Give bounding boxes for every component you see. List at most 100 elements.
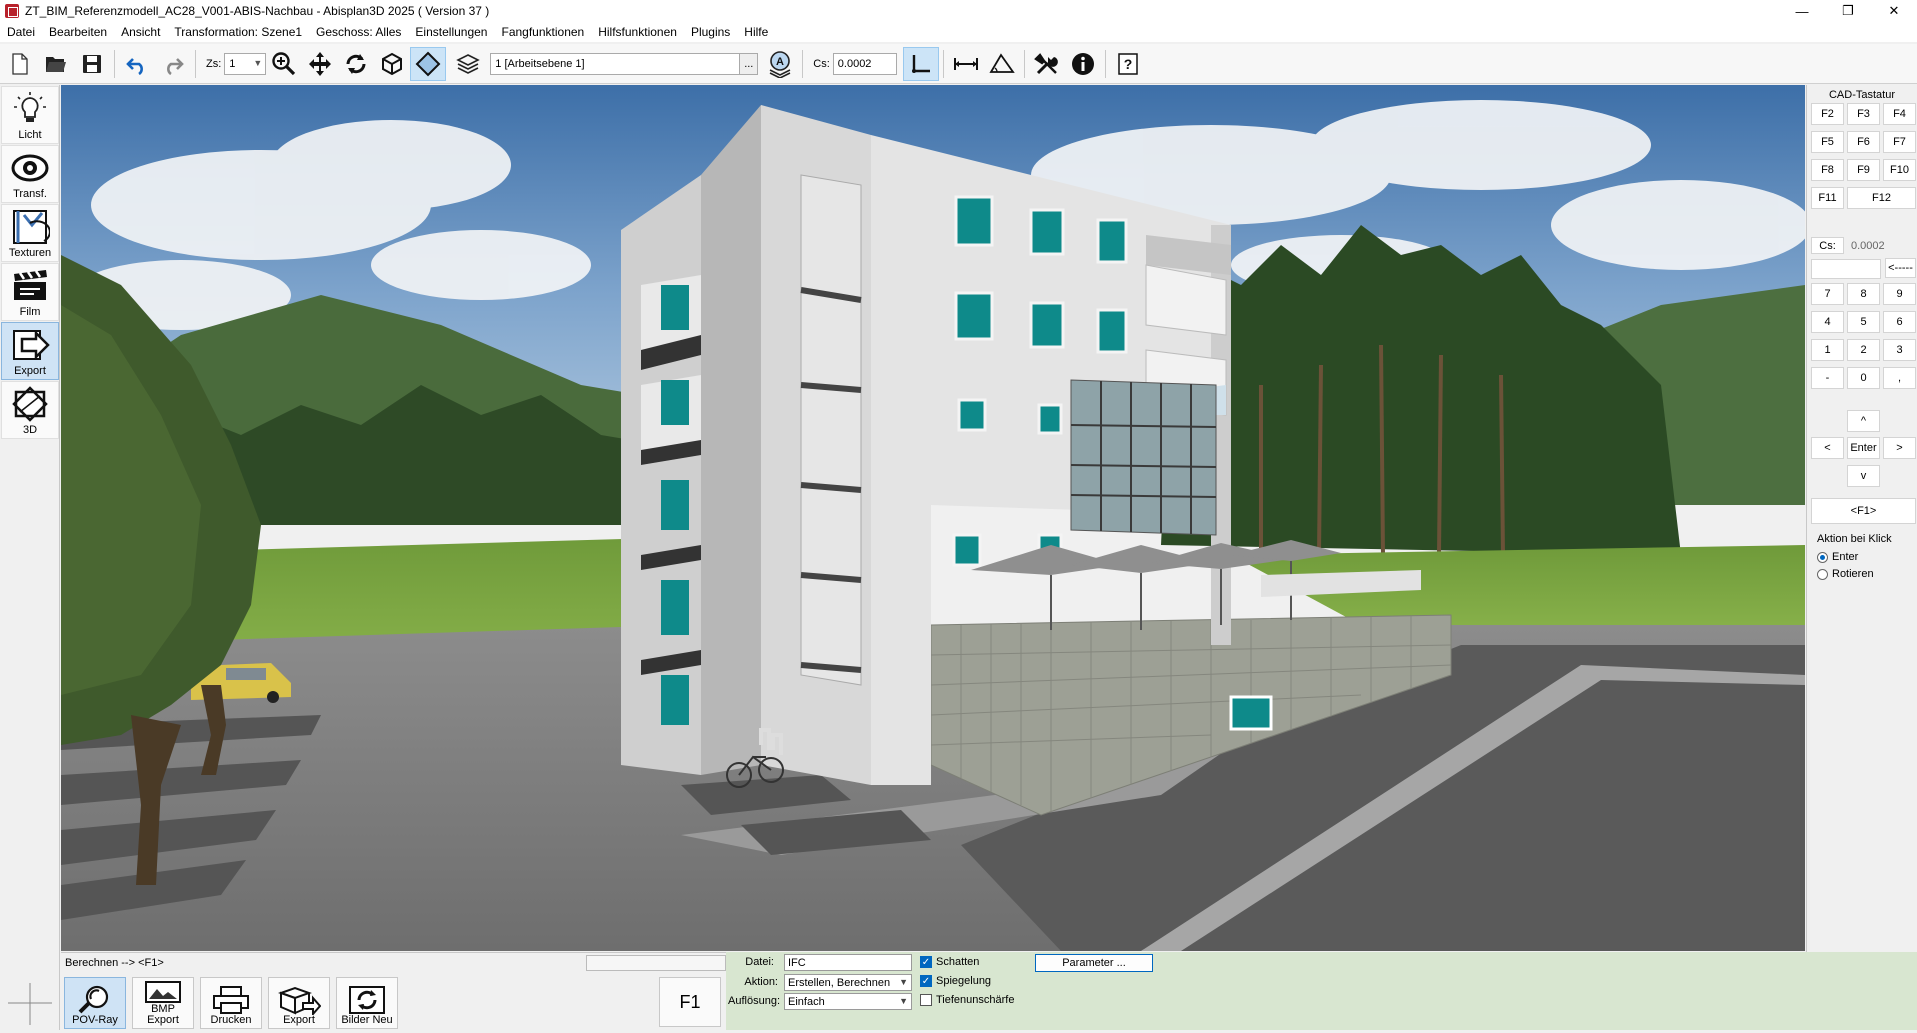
tool-licht-label: Licht bbox=[18, 129, 42, 141]
tool-film[interactable]: Film bbox=[1, 263, 59, 321]
minimize-button[interactable]: — bbox=[1779, 0, 1825, 22]
wireframe-cube-button[interactable] bbox=[374, 47, 410, 81]
print-button[interactable]: Drucken bbox=[200, 977, 262, 1029]
enter-key[interactable]: Enter bbox=[1847, 437, 1880, 459]
save-button[interactable] bbox=[74, 47, 110, 81]
bmp-export-button[interactable]: BMP Export bbox=[132, 977, 194, 1029]
zs-select[interactable]: 1 ▼ bbox=[224, 52, 267, 75]
numpad-key[interactable]: 9 bbox=[1883, 283, 1916, 305]
tool-export[interactable]: Export bbox=[1, 322, 59, 380]
radio-button-icon bbox=[1817, 568, 1828, 580]
cs-input[interactable]: 0.0002 bbox=[832, 52, 897, 75]
layer-auto-button[interactable]: A bbox=[762, 47, 798, 81]
aktion-select[interactable]: Erstellen, Berechnen ▼ bbox=[784, 974, 912, 991]
fkey-f10[interactable]: F10 bbox=[1883, 159, 1916, 181]
open-file-button[interactable] bbox=[38, 47, 74, 81]
action-radio-label: Enter bbox=[1832, 551, 1859, 563]
render-viewport[interactable] bbox=[61, 85, 1805, 951]
menu-einstellungen[interactable]: Einstellungen bbox=[408, 25, 494, 39]
new-file-button[interactable] bbox=[2, 47, 38, 81]
arrow-right-key[interactable]: > bbox=[1883, 437, 1916, 459]
redo-button[interactable] bbox=[155, 47, 191, 81]
fkey-f2[interactable]: F2 bbox=[1811, 103, 1844, 125]
tool-3d[interactable]: 3D bbox=[1, 381, 59, 439]
menu-plugins[interactable]: Plugins bbox=[684, 25, 737, 39]
menu-transformation[interactable]: Transformation: Szene1 bbox=[167, 25, 309, 39]
numpad-key[interactable]: 0 bbox=[1847, 367, 1880, 389]
fkey-f9[interactable]: F9 bbox=[1847, 159, 1880, 181]
numpad-key[interactable]: 4 bbox=[1811, 311, 1844, 333]
spiegelung-checkbox[interactable]: ✓ Spiegelung bbox=[920, 975, 991, 987]
numpad-key[interactable]: 3 bbox=[1883, 339, 1916, 361]
fkey-f7[interactable]: F7 bbox=[1883, 131, 1916, 153]
fkey-f4[interactable]: F4 bbox=[1883, 103, 1916, 125]
menu-hilfe[interactable]: Hilfe bbox=[737, 25, 775, 39]
arrow-down-key[interactable]: v bbox=[1847, 465, 1880, 487]
tool-texturen[interactable]: Texturen bbox=[1, 204, 59, 262]
fkey-f5[interactable]: F5 bbox=[1811, 131, 1844, 153]
close-button[interactable]: ✕ bbox=[1871, 0, 1917, 22]
chevron-down-icon: ▼ bbox=[253, 57, 263, 68]
numpad-key[interactable]: , bbox=[1883, 367, 1916, 389]
tool-licht[interactable]: Licht bbox=[1, 86, 59, 144]
layer-select[interactable]: 1 [Arbeitsebene 1] ... bbox=[490, 52, 759, 75]
ortho-button[interactable] bbox=[902, 46, 939, 81]
arrow-left-key[interactable]: < bbox=[1811, 437, 1844, 459]
toolbar-separator bbox=[114, 49, 115, 78]
surface-view-button[interactable] bbox=[410, 46, 447, 81]
help-button[interactable]: ? bbox=[1110, 47, 1146, 81]
info-button[interactable] bbox=[1065, 47, 1101, 81]
pan-button[interactable] bbox=[302, 47, 338, 81]
undo-button[interactable] bbox=[119, 47, 155, 81]
export-label: Export bbox=[283, 1014, 315, 1026]
cad-value-input[interactable] bbox=[1811, 259, 1881, 279]
export-button[interactable]: Export bbox=[268, 977, 330, 1029]
f1-key[interactable]: <F1> bbox=[1811, 498, 1916, 524]
cad-keyboard-title: CAD-Tastatur bbox=[1828, 89, 1896, 101]
menu-geschoss[interactable]: Geschoss: Alles bbox=[309, 25, 408, 39]
menu-datei[interactable]: Datei bbox=[0, 25, 42, 39]
fkey-f11[interactable]: F11 bbox=[1811, 187, 1844, 209]
numpad-key[interactable]: 5 bbox=[1847, 311, 1880, 333]
parameter-button[interactable]: Parameter ... bbox=[1035, 954, 1153, 972]
maximize-button[interactable]: ❐ bbox=[1825, 0, 1871, 22]
backspace-key[interactable]: <----- bbox=[1885, 258, 1916, 278]
povray-button[interactable]: POV-Ray bbox=[64, 977, 126, 1029]
f1-key-button[interactable]: F1 bbox=[659, 977, 721, 1027]
numpad-key[interactable]: 7 bbox=[1811, 283, 1844, 305]
menu-ansicht[interactable]: Ansicht bbox=[114, 25, 167, 39]
menu-hilfsfunktionen[interactable]: Hilfsfunktionen bbox=[591, 25, 684, 39]
measure-ruler-icon bbox=[953, 57, 978, 70]
numpad-key[interactable]: 2 bbox=[1847, 339, 1880, 361]
fkey-f8[interactable]: F8 bbox=[1811, 159, 1844, 181]
schatten-checkbox[interactable]: ✓ Schatten bbox=[920, 956, 979, 968]
numpad-key[interactable]: 8 bbox=[1847, 283, 1880, 305]
numpad-key[interactable]: 1 bbox=[1811, 339, 1844, 361]
datei-input[interactable]: IFC bbox=[784, 954, 912, 971]
tiefenunschaerfe-checkbox[interactable]: Tiefenunschärfe bbox=[920, 994, 1014, 1006]
render-toolbar: POV-Ray BMP Export Drucken Export Bilder… bbox=[61, 975, 726, 1030]
fkey-f6[interactable]: F6 bbox=[1847, 131, 1880, 153]
rotate-button[interactable] bbox=[338, 47, 374, 81]
layer-more-button[interactable]: ... bbox=[739, 53, 758, 74]
eye-icon bbox=[11, 154, 49, 182]
zoom-button[interactable] bbox=[266, 47, 302, 81]
menu-bearbeiten[interactable]: Bearbeiten bbox=[42, 25, 114, 39]
measure-button[interactable] bbox=[948, 47, 984, 81]
action-radio-enter[interactable]: Enter bbox=[1817, 551, 1858, 563]
menu-fangfunktionen[interactable]: Fangfunktionen bbox=[494, 25, 591, 39]
angle-measure-button[interactable] bbox=[984, 47, 1020, 81]
numpad-key[interactable]: - bbox=[1811, 367, 1844, 389]
fkey-f12[interactable]: F12 bbox=[1847, 187, 1916, 209]
layers-button[interactable] bbox=[450, 47, 486, 81]
action-radio-rotieren[interactable]: Rotieren bbox=[1817, 568, 1874, 580]
refresh-images-button[interactable]: Bilder Neu bbox=[336, 977, 398, 1029]
menu-bar: Datei Bearbeiten Ansicht Transformation:… bbox=[0, 22, 1917, 42]
arrow-up-key[interactable]: ^ bbox=[1847, 410, 1880, 432]
aufloesung-select[interactable]: Einfach ▼ bbox=[784, 993, 912, 1010]
cube-3d-icon bbox=[12, 386, 48, 422]
tools-button[interactable] bbox=[1029, 47, 1065, 81]
tool-transf[interactable]: Transf. bbox=[1, 145, 59, 203]
numpad-key[interactable]: 6 bbox=[1883, 311, 1916, 333]
fkey-f3[interactable]: F3 bbox=[1847, 103, 1880, 125]
